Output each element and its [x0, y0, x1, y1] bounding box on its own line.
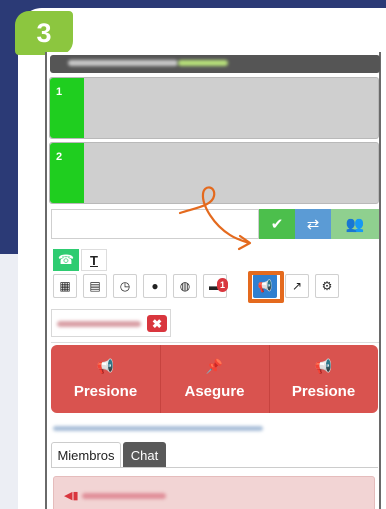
annotation-arrow	[178, 186, 252, 251]
arrow-path	[178, 186, 251, 245]
